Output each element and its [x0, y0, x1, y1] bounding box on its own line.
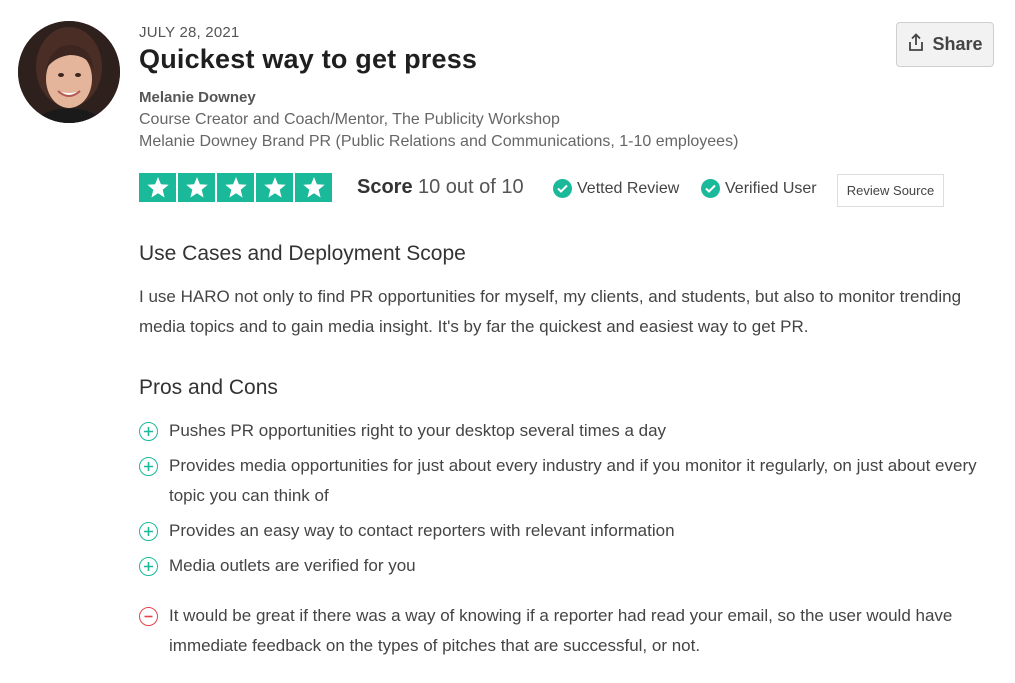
star-icon: [217, 173, 254, 202]
con-item: It would be great if there was a way of …: [139, 601, 999, 661]
review-title: Quickest way to get press: [139, 44, 478, 74]
vetted-review-label: Vetted Review: [577, 179, 680, 197]
star-rating: [139, 173, 332, 202]
pro-text: Media outlets are verified for you: [169, 556, 416, 575]
pro-item: Provides an easy way to contact reporter…: [139, 516, 999, 546]
pro-text: Provides media opportunities for just ab…: [169, 456, 977, 505]
plus-circle-icon: [139, 457, 158, 476]
star-icon: [256, 173, 293, 202]
pro-item: Pushes PR opportunities right to your de…: [139, 416, 999, 446]
pro-text: Pushes PR opportunities right to your de…: [169, 421, 667, 440]
pro-item: Media outlets are verified for you: [139, 551, 999, 581]
con-text: It would be great if there was a way of …: [169, 606, 953, 655]
verified-user-label: Verified User: [725, 179, 817, 197]
use-cases-text: I use HARO not only to find PR opportuni…: [139, 287, 962, 336]
review-source-button[interactable]: Review Source: [837, 174, 944, 207]
reviewer-company: Melanie Downey Brand PR (Public Relation…: [139, 133, 739, 150]
reviewer-avatar: [18, 21, 120, 123]
use-cases-heading: Use Cases and Deployment Scope: [139, 242, 466, 265]
star-icon: [178, 173, 215, 202]
star-icon: [139, 173, 176, 202]
pro-text: Provides an easy way to contact reporter…: [169, 521, 675, 540]
verified-user-badge: Verified User: [701, 179, 817, 198]
check-circle-icon: [553, 179, 572, 198]
share-button[interactable]: Share: [896, 22, 994, 67]
score-label: Score: [357, 176, 413, 198]
score-value: 10 out of 10: [418, 176, 524, 198]
reviewer-role: Course Creator and Coach/Mentor, The Pub…: [139, 111, 560, 128]
reviewer-name[interactable]: Melanie Downey: [139, 89, 256, 106]
pros-cons-heading: Pros and Cons: [139, 376, 278, 399]
check-circle-icon: [701, 179, 720, 198]
minus-circle-icon: [139, 607, 158, 626]
share-label: Share: [932, 34, 983, 54]
plus-circle-icon: [139, 422, 158, 441]
vetted-review-badge: Vetted Review: [553, 179, 679, 198]
share-upload-icon: [907, 32, 925, 57]
review-date: JULY 28, 2021: [139, 24, 240, 41]
pro-item: Provides media opportunities for just ab…: [139, 451, 999, 511]
star-icon: [295, 173, 332, 202]
plus-circle-icon: [139, 522, 158, 541]
plus-circle-icon: [139, 557, 158, 576]
